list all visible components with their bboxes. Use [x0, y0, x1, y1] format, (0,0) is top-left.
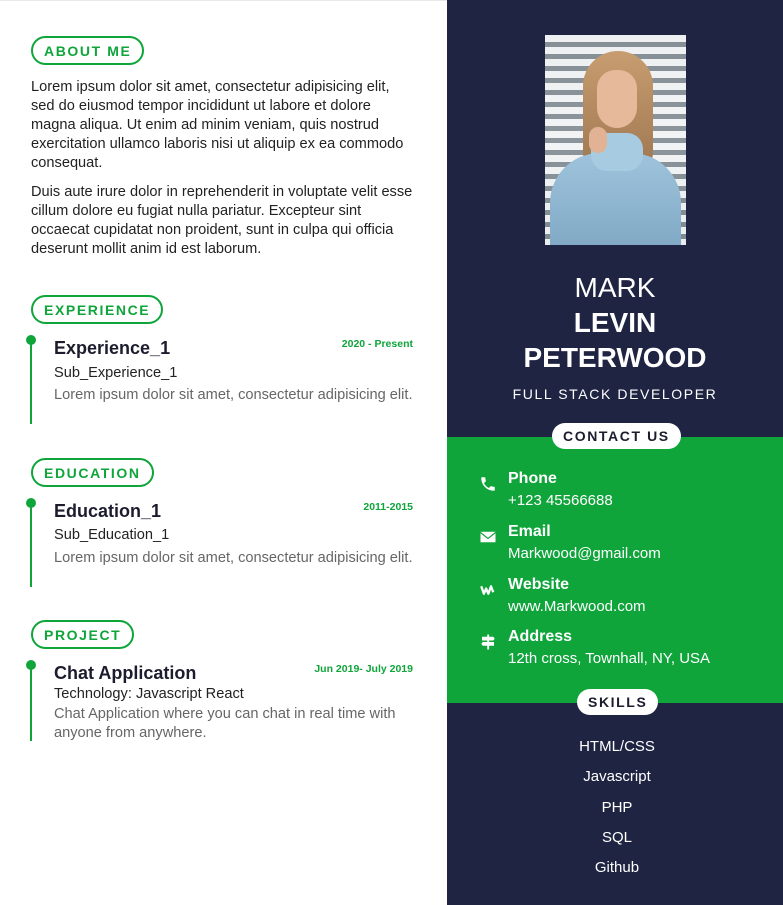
name-middle: LEVIN [573, 307, 657, 338]
profile-photo [545, 35, 686, 245]
skills-heading: SKILLS [577, 689, 659, 715]
contact-label: Address [508, 628, 573, 645]
experience-title: Experience_1 [54, 338, 171, 358]
project-subtitle: Technology: Javascript React [54, 686, 244, 702]
education-title: Education_1 [54, 501, 162, 521]
right-sidebar: MARK LEVIN PETERWOOD FULL STACK DEVELOPE… [447, 0, 783, 905]
education-description: Lorem ipsum dolor sit amet, consectetur … [54, 550, 413, 566]
project-description: Chat Application where you can chat in r… [54, 706, 396, 741]
skill-item: SQL [601, 829, 632, 846]
about-me-text: Lorem ipsum dolor sit amet, consectetur … [31, 78, 416, 269]
skill-item: Javascript [583, 768, 651, 785]
project-heading: PROJECT [31, 620, 135, 649]
phone-icon [479, 475, 499, 495]
timeline-line [30, 340, 32, 424]
contact-value: +123 45566688 [508, 492, 613, 509]
contact-heading: CONTACT US [552, 423, 681, 449]
name-first: MARK [574, 272, 656, 303]
skill-item: Github [594, 859, 640, 876]
timeline-line [30, 665, 32, 741]
signpost-icon [479, 633, 499, 653]
experience-subtitle: Sub_Experience_1 [54, 365, 178, 381]
contact-label: Website [508, 576, 570, 593]
about-paragraph-1: Lorem ipsum dolor sit amet, consectetur … [31, 79, 404, 171]
experience-description: Lorem ipsum dolor sit amet, consectetur … [54, 387, 413, 403]
skill-item: PHP [601, 799, 633, 816]
contact-value: Markwood@gmail.com [508, 545, 661, 562]
contact-label: Phone [508, 470, 557, 487]
experience-heading: EXPERIENCE [31, 295, 164, 324]
timeline-line [30, 503, 32, 587]
education-heading: EDUCATION [31, 458, 154, 487]
job-role: FULL STACK DEVELOPER [512, 386, 718, 402]
about-me-heading: ABOUT ME [31, 36, 145, 65]
education-subtitle: Sub_Education_1 [54, 527, 170, 543]
contact-value: 12th cross, Townhall, NY, USA [508, 650, 711, 667]
weebly-icon [479, 581, 499, 601]
about-paragraph-2: Duis aute irure dolor in reprehenderit i… [31, 184, 413, 257]
education-date: 2011-2015 [363, 501, 413, 513]
experience-date: 2020 - Present [341, 338, 413, 350]
project-date: Jun 2019- July 2019 [314, 663, 413, 675]
project-title: Chat Application [54, 663, 197, 683]
contact-value: www.Markwood.com [508, 598, 646, 615]
contact-label: Email [508, 523, 551, 540]
envelope-icon [479, 528, 499, 548]
name-last: PETERWOOD [523, 342, 707, 373]
skill-item: HTML/CSS [579, 738, 655, 755]
left-column: ABOUT ME Lorem ipsum dolor sit amet, con… [0, 0, 447, 905]
